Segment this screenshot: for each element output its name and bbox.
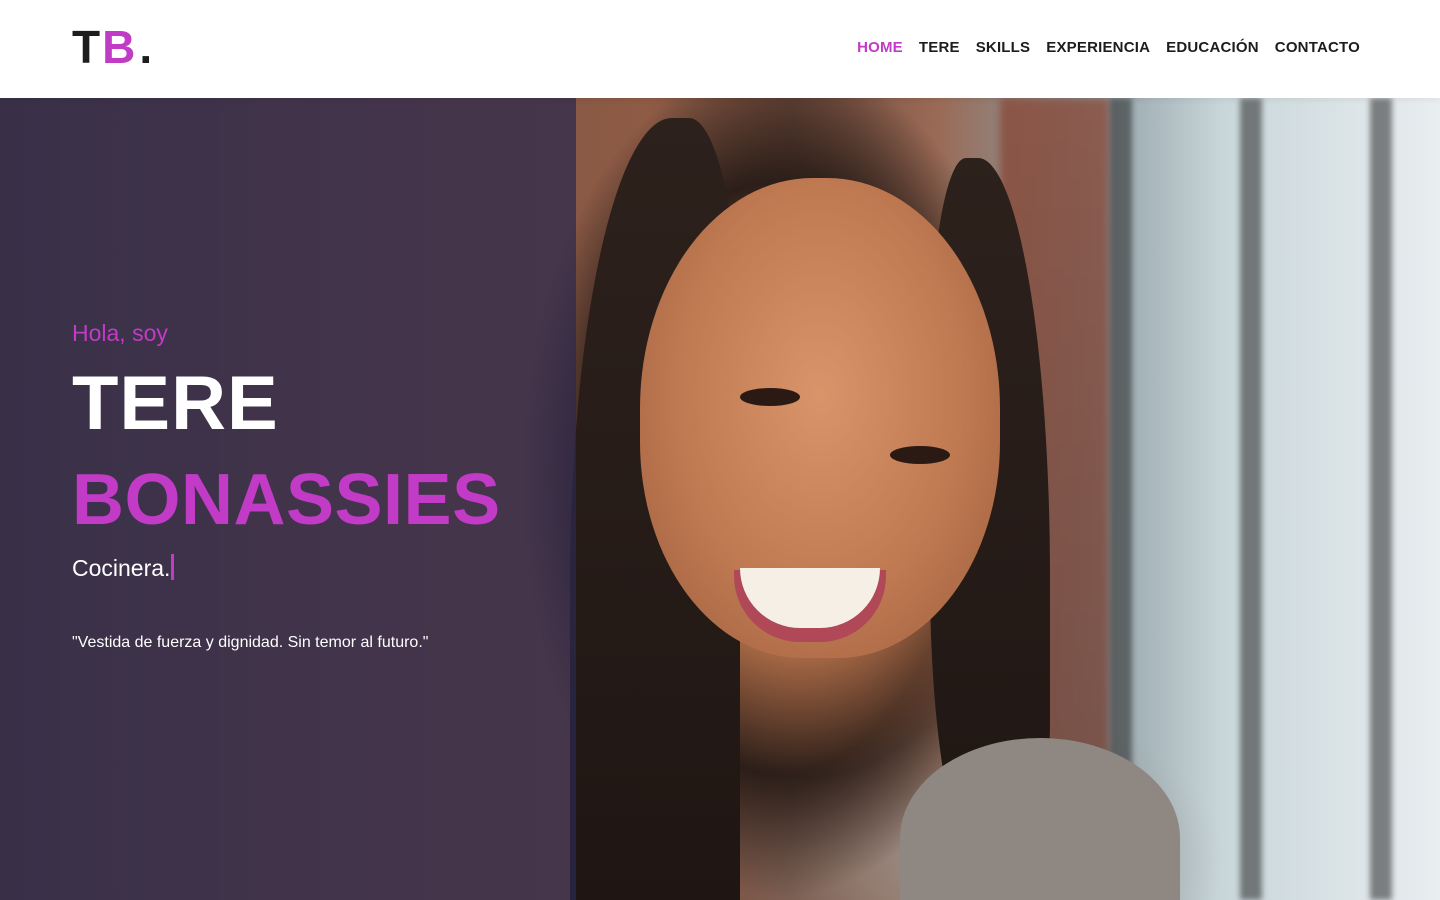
portrait-eye-right [890,446,950,464]
main-nav: HOME TERE SKILLS EXPERIENCIA EDUCACIÓN C… [857,38,1360,58]
hero-role: Cocinera. [72,553,175,583]
logo-dot: . [139,21,155,73]
nav-home[interactable]: HOME [857,38,903,58]
hero-last-name: BONASSIES [72,460,501,540]
nav-contacto[interactable]: CONTACTO [1275,38,1360,58]
typing-cursor [171,554,175,580]
logo-letter-t: T [72,21,103,73]
nav-experiencia[interactable]: EXPERIENCIA [1046,38,1150,58]
hero-quote: "Vestida de fuerza y dignidad. Sin temor… [72,634,429,651]
nav-skills[interactable]: SKILLS [976,38,1031,58]
background-window [1110,98,1440,900]
nav-tere[interactable]: TERE [919,38,960,58]
nav-educacion[interactable]: EDUCACIÓN [1166,38,1259,58]
hero-role-text: Cocinera. [72,555,171,581]
portrait-eye-left [740,388,800,406]
hero-section: Hola, soy TERE BONASSIES Cocinera. "Vest… [0,98,1440,900]
hero-first-name: TERE [72,361,279,446]
logo-letter-b: B [102,21,138,73]
logo-link[interactable]: T B . [72,22,154,72]
hero-greeting: Hola, soy [72,320,168,346]
site-header: T B . HOME TERE SKILLS EXPERIENCIA EDUCA… [0,0,1440,98]
